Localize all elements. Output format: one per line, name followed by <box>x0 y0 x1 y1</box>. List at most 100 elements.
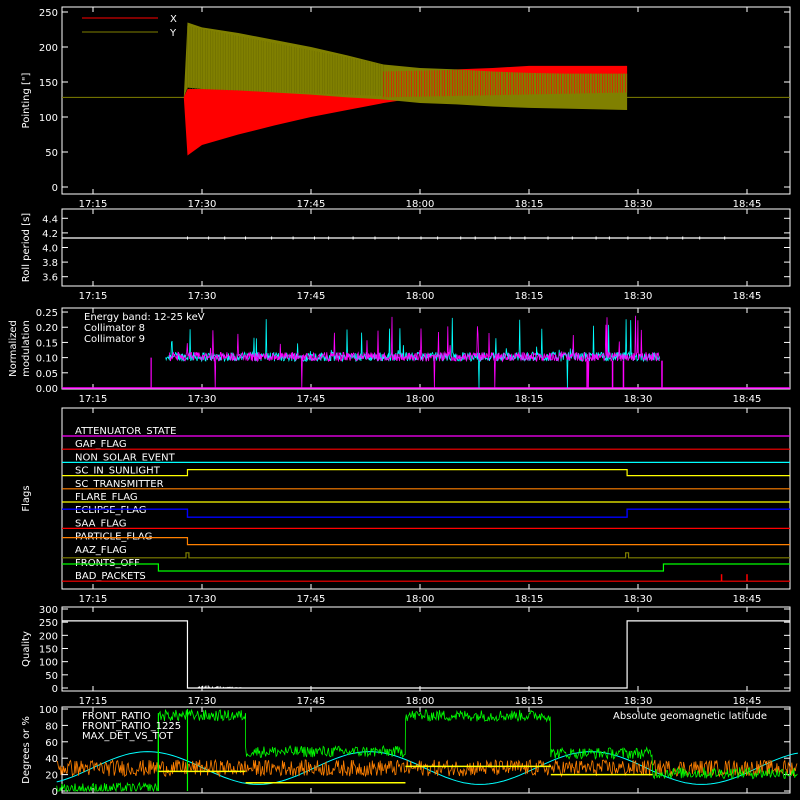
ratio-max-det-vs-tot <box>56 758 798 778</box>
flags-xtick-label: 17:45 <box>297 594 326 605</box>
qual-ytick-label: 150 <box>39 645 58 656</box>
roll-xtick-label: 17:45 <box>297 291 326 302</box>
roll-frame <box>61 208 791 287</box>
flag-label-bad-packets: BAD_PACKETS <box>75 571 146 582</box>
mod-collimator8-trace <box>165 317 661 389</box>
qual-xtick-label: 18:30 <box>624 696 653 707</box>
qual-xtick-label: 17:15 <box>79 696 108 707</box>
flag-line-sc-in-sunlight <box>62 469 790 477</box>
pointing-ytick-label: 100 <box>39 113 58 124</box>
multi-panel-chart: 17:15 17:30 17:45 18:00 18:15 18:30 18:45 0 50 10… <box>8 6 798 798</box>
flag-line-eclipse <box>62 508 790 518</box>
pointing-ytick-label: 250 <box>39 8 58 19</box>
pointing-xtick-label: 18:00 <box>406 199 435 210</box>
mod-collimator9-trace <box>168 315 660 389</box>
roll-xtick-label: 18:30 <box>624 291 653 302</box>
roll-xtick-label: 18:45 <box>733 291 762 302</box>
qual-ytick-label: 0 <box>52 684 58 695</box>
pointing-xtick-label: 17:15 <box>79 199 108 210</box>
flag-line-fronts-off <box>62 563 790 572</box>
roll-ytick-label: 3.6 <box>42 273 58 284</box>
mod-legend-label: Energy band: 12-25 keV <box>84 312 205 323</box>
pointing-ytick-label: 0 <box>52 183 58 194</box>
pointing-xtick-label: 18:45 <box>733 199 762 210</box>
flags-xtick-label: 17:15 <box>79 594 108 605</box>
pointing-legend-label: Y <box>169 28 177 39</box>
flags-xtick-label: 17:30 <box>188 594 217 605</box>
flag-label-non-solar-event: NON_SOLAR_EVENT <box>75 452 176 463</box>
mod-xtick-label: 17:45 <box>297 394 326 405</box>
mod-ytick-label: 0.10 <box>36 354 58 365</box>
mod-ytick-label: 0.15 <box>36 338 58 349</box>
mod-legend-label: Collimator 8 <box>84 323 145 334</box>
ratio-ytick-label: 20 <box>45 771 58 782</box>
ratio-ylabel: Degrees or % <box>21 716 32 784</box>
roll-ytick-label: 3.8 <box>42 258 58 269</box>
flags-xtick-label: 18:30 <box>624 594 653 605</box>
roll-ytick-label: 4.2 <box>42 229 58 240</box>
qual-ytick-label: 50 <box>45 671 58 682</box>
pointing-ytick-label: 200 <box>39 43 58 54</box>
flag-label-saa-flag: SAA_FLAG <box>75 518 126 529</box>
qual-ytick-label: 100 <box>39 658 58 669</box>
qual-xtick-label: 18:45 <box>733 696 762 707</box>
qual-xtick-label: 17:30 <box>188 696 217 707</box>
lightcurve-figure: 17:15 17:30 17:45 18:00 18:15 18:30 18:45 0 50 10… <box>0 0 800 800</box>
mod-xtick-label: 17:15 <box>79 394 108 405</box>
ratio-ytick-label: 100 <box>39 705 58 716</box>
quality-line <box>62 620 790 689</box>
qual-ylabel: Quality <box>21 631 32 667</box>
pointing-xtick-label: 17:30 <box>188 199 217 210</box>
roll-ytick-label: 4.0 <box>42 244 58 255</box>
qual-ytick-label: 300 <box>39 605 58 616</box>
pointing-ytick-label: 150 <box>39 78 58 89</box>
mod-xtick-label: 18:30 <box>624 394 653 405</box>
qual-xtick-label: 17:45 <box>297 696 326 707</box>
flag-line-aaz <box>62 552 790 559</box>
pointing-ytick-label: 50 <box>45 148 58 159</box>
pointing-xtick-label: 18:15 <box>515 199 544 210</box>
ratio-legend-label: MAX_DET_VS_TOT <box>82 731 174 742</box>
ratio-ytick-label: 60 <box>45 738 58 749</box>
flags-xtick-label: 18:15 <box>515 594 544 605</box>
mod-xtick-label: 17:30 <box>188 394 217 405</box>
flag-line-particle <box>62 537 790 546</box>
roll-ylabel: Roll period [s] <box>21 213 32 282</box>
pointing-ylabel: Pointing ["] <box>21 72 32 128</box>
qual-xtick-label: 18:00 <box>406 696 435 707</box>
mod-ytick-label: 0.00 <box>36 384 58 395</box>
flag-label-flare-flag: FLARE_FLAG <box>75 492 138 503</box>
flag-label-sc-transmitter: SC_TRANSMITTER <box>75 479 164 490</box>
flag-label-eclipse-flag: ECLIPSE_FLAG <box>75 505 146 516</box>
ratio-ytick-label: 40 <box>45 754 58 765</box>
flags-xtick-label: 18:00 <box>406 594 435 605</box>
roll-ytick-label: 4.4 <box>42 214 58 225</box>
qual-frame <box>61 606 791 692</box>
mod-xtick-label: 18:45 <box>733 394 762 405</box>
mod-ytick-label: 0.05 <box>36 369 58 380</box>
flags-ylabel: Flags <box>21 485 32 511</box>
roll-xtick-label: 18:15 <box>515 291 544 302</box>
flag-label-gap-flag: GAP_FLAG <box>75 439 127 450</box>
mod-xtick-label: 18:00 <box>406 394 435 405</box>
mod-ylabel-1: Normalized <box>8 320 19 377</box>
pointing-legend-label: X <box>170 14 177 25</box>
mod-ytick-label: 0.20 <box>36 323 58 334</box>
mod-xtick-label: 18:15 <box>515 394 544 405</box>
roll-xtick-label: 17:15 <box>79 291 108 302</box>
mod-legend-label: Collimator 9 <box>84 334 145 345</box>
qual-ytick-label: 250 <box>39 618 58 629</box>
roll-xtick-label: 17:30 <box>188 291 217 302</box>
flag-label-sc-in-sunlight: SC_IN_SUNLIGHT <box>75 466 161 477</box>
roll-xtick-label: 18:00 <box>406 291 435 302</box>
flag-label-attenuator-state: ATTENUATOR_STATE <box>75 426 176 437</box>
mod-ylabel-2: modulation <box>21 320 32 377</box>
ratio-annotation: Absolute geomagnetic latitude <box>613 711 767 722</box>
pointing-xtick-label: 17:45 <box>297 199 326 210</box>
flag-label-aaz-flag: AAZ_FLAG <box>75 545 127 556</box>
ratio-ytick-label: 80 <box>45 721 58 732</box>
mod-ytick-label: 0.25 <box>36 308 58 319</box>
qual-ytick-label: 200 <box>39 631 58 642</box>
pointing-xtick-label: 18:30 <box>624 199 653 210</box>
flags-xtick-label: 18:45 <box>733 594 762 605</box>
